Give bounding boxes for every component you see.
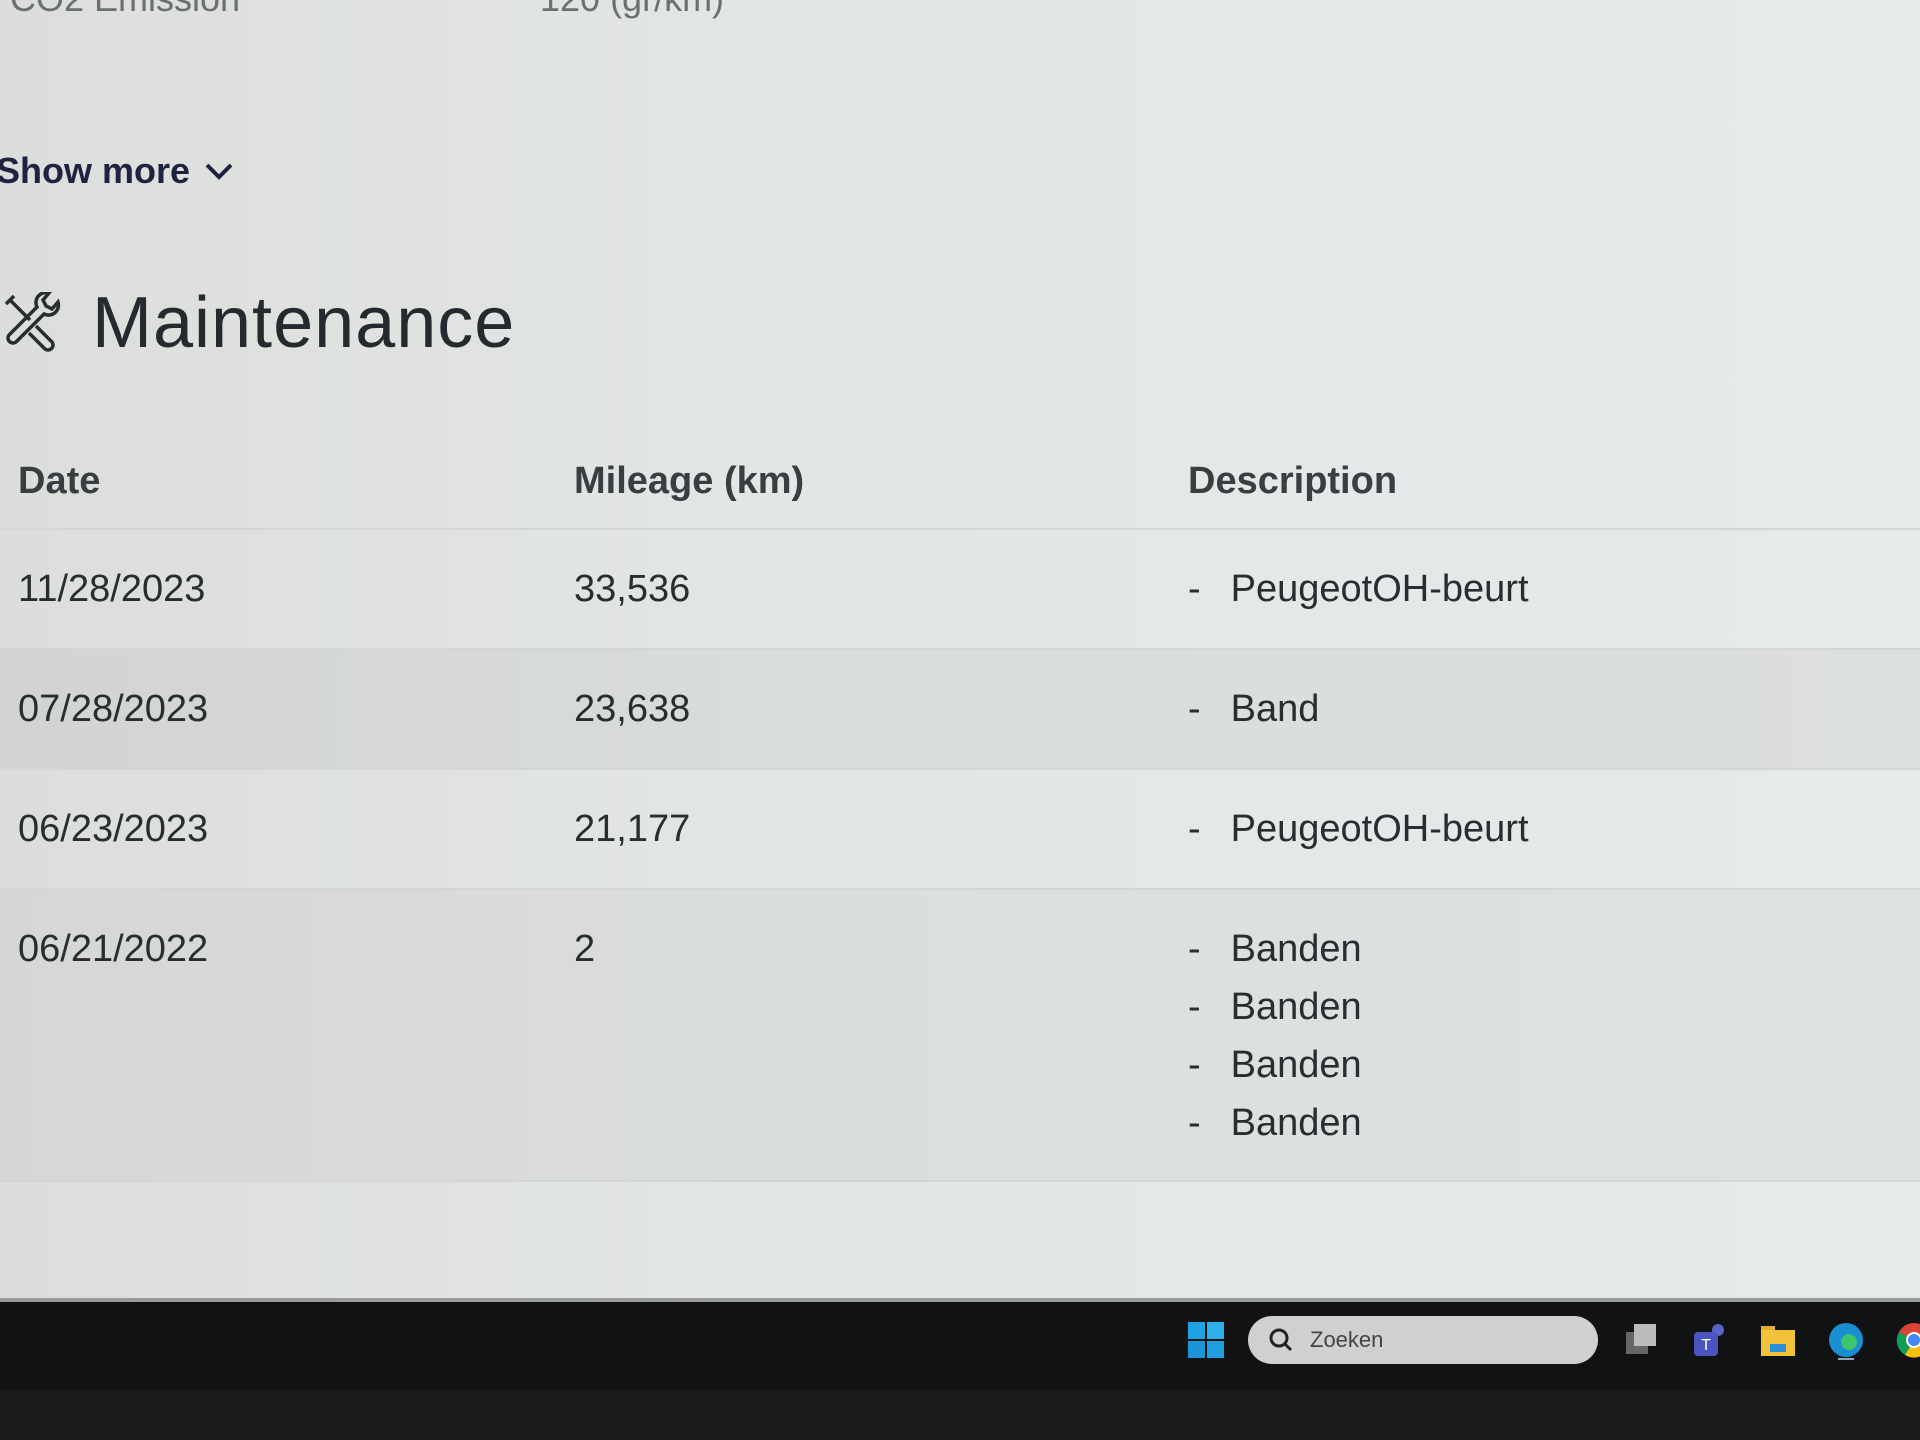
show-more-button[interactable]: Show more [0,150,234,192]
description-text: Banden [1230,928,1362,970]
description-text: Band [1230,688,1320,730]
description-text: Banden [1230,1044,1362,1086]
cell-date: 07/28/2023 [18,688,209,730]
svg-text:T: T [1701,1337,1711,1354]
monitor-bezel [0,1390,1920,1440]
maintenance-table: Date Mileage (km) Description 11/28/2023… [0,430,1920,1182]
table-header: Date Mileage (km) Description [0,430,1920,530]
cell-mileage: 33,536 [574,568,691,610]
chevron-down-icon [205,163,233,180]
bullet: - [1188,1044,1201,1086]
description-item: - Banden [1188,928,1362,986]
cell-mileage: 23,638 [574,688,691,730]
bullet: - [1188,928,1201,970]
edge-icon[interactable] [1826,1320,1866,1360]
taskbar: Zoeken T [0,1298,1920,1394]
bullet: - [1188,688,1201,730]
search-placeholder: Zoeken [1310,1327,1384,1352]
description-item: - Banden [1188,1044,1362,1102]
search-icon [1269,1328,1293,1352]
description-item: - PeugeotOH-beurt [1188,808,1529,866]
header-mileage: Mileage (km) [574,460,805,502]
description-text: Banden [1230,986,1362,1028]
description-item: - Banden [1188,1102,1362,1160]
page: CO2 Emission 120 (gr/km) Show more Maint… [0,0,1920,1298]
teams-icon[interactable]: T [1690,1320,1730,1360]
task-view-icon[interactable] [1622,1320,1662,1360]
tools-icon [4,292,61,352]
cell-description: - PeugeotOH-beurt [1188,808,1529,866]
description-item: - Banden [1188,986,1362,1044]
bullet: - [1188,1102,1201,1144]
table-row: 07/28/2023 23,638 - Band [0,650,1920,770]
show-more-label: Show more [0,150,191,191]
header-date: Date [18,460,101,502]
taskbar-search[interactable]: Zoeken [1248,1316,1598,1364]
spec-label: CO2 Emission [10,0,240,20]
bullet: - [1188,986,1201,1028]
table-row: 11/28/2023 33,536 - PeugeotOH-beurt [0,530,1920,650]
description-item: - PeugeotOH-beurt [1188,568,1529,626]
bullet: - [1188,568,1201,610]
description-item: - Band [1188,688,1319,746]
description-text: PeugeotOH-beurt [1230,808,1529,850]
description-text: PeugeotOH-beurt [1230,568,1529,610]
section-heading: Maintenance [2,282,515,364]
file-explorer-icon[interactable] [1758,1320,1798,1360]
cell-date: 06/21/2022 [18,928,209,970]
table-row: 06/23/2023 21,177 - PeugeotOH-beurt [0,770,1920,890]
cell-date: 06/23/2023 [18,808,209,850]
bullet: - [1188,808,1201,850]
cell-description: - Band [1188,688,1319,746]
description-text: Banden [1230,1102,1362,1144]
spec-value: 120 (gr/km) [540,0,724,20]
page-title: Maintenance [92,283,516,363]
cell-mileage: 2 [574,928,596,970]
cell-description: - Banden - Banden - Banden - Banden [1188,928,1362,1160]
table-row: 06/21/2022 2 - Banden - Banden - Banden - Bande… [0,890,1920,1182]
cell-date: 11/28/2023 [18,568,206,610]
cell-description: - PeugeotOH-beurt [1188,568,1529,626]
cell-mileage: 21,177 [574,808,691,850]
chrome-icon[interactable] [1894,1320,1920,1360]
windows-start-icon[interactable] [1186,1320,1226,1360]
header-description: Description [1188,460,1398,502]
